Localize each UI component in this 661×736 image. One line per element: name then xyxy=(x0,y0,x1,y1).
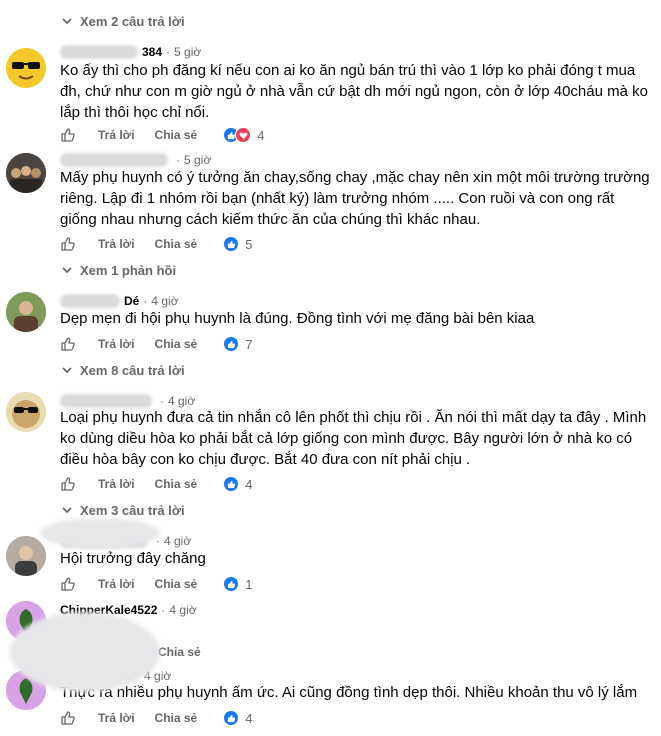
like-icon[interactable] xyxy=(60,336,76,352)
sunglasses-dog-avatar-icon xyxy=(6,392,46,432)
view-replies-label: Xem 2 câu trả lời xyxy=(80,13,185,29)
comment-text: Ko ấy thì cho ph đăng kí nếu con ai ko ă… xyxy=(60,62,648,121)
reaction-summary[interactable]: 4 xyxy=(223,476,252,492)
reaction-count: 1 xyxy=(245,576,253,592)
reaction-count: 4 xyxy=(245,710,253,726)
view-replies-link[interactable]: Xem 8 câu trả lời xyxy=(62,360,185,380)
comment-text: Mấy phụ huynh có ý tưởng ăn chay,sống ch… xyxy=(60,169,650,228)
comment-timestamp[interactable]: 5 giờ xyxy=(174,45,201,59)
reply-button[interactable]: Trả lời xyxy=(98,237,135,251)
chevron-down-icon xyxy=(62,267,72,274)
like-reaction-icon xyxy=(223,336,240,352)
like-reaction-icon xyxy=(223,710,240,726)
reply-button[interactable]: Trả lời xyxy=(98,337,135,351)
share-button[interactable]: Chia sẻ xyxy=(155,711,198,725)
comment-text: Dẹp mẹn đi hội phụ huynh là đúng. Đồng t… xyxy=(60,310,535,327)
reply-button[interactable]: Trả lời xyxy=(98,477,135,491)
comment-actions: Trả lời Chia sẻ 7 xyxy=(60,334,252,354)
reaction-summary[interactable]: 7 xyxy=(223,336,252,352)
comment-timestamp[interactable]: 4 giờ xyxy=(164,534,191,548)
share-button[interactable]: Chia sẻ xyxy=(155,477,198,491)
love-reaction-icon xyxy=(235,127,252,143)
comment-timestamp[interactable]: 4 giờ xyxy=(151,294,178,308)
comment-actions: Trả lời Chia sẻ 4 xyxy=(60,474,252,494)
like-icon[interactable] xyxy=(60,236,76,252)
redaction-overlay xyxy=(10,612,160,692)
view-replies-label: Xem 1 phản hồi xyxy=(80,262,177,278)
reaction-summary[interactable]: 5 xyxy=(223,236,252,252)
like-icon[interactable] xyxy=(60,127,76,143)
sunglasses-emoji-icon xyxy=(6,48,46,88)
comment-actions: Trả lời Chia sẻ 5 xyxy=(60,234,252,254)
reaction-summary[interactable]: 1 xyxy=(223,576,252,592)
share-button[interactable]: Chia sẻ xyxy=(158,645,201,659)
comment-actions: Trả lời Chia sẻ 1 xyxy=(60,574,252,594)
like-icon[interactable] xyxy=(60,710,76,726)
comment-text: Hội trưởng đây chăng xyxy=(60,550,206,567)
share-button[interactable]: Chia sẻ xyxy=(155,337,198,351)
reaction-count: 4 xyxy=(257,127,265,143)
like-icon[interactable] xyxy=(60,576,76,592)
author-line: Dé · 4 giờ xyxy=(60,293,179,309)
author-name[interactable]: 384 xyxy=(142,45,162,59)
author-name[interactable]: Dé xyxy=(124,294,139,308)
like-reaction-icon xyxy=(223,236,240,252)
comment-text: Thực ra nhiều phụ huynh ấm ức. Ai cũng đ… xyxy=(60,684,638,701)
reaction-count: 5 xyxy=(245,236,253,252)
author-name-redacted xyxy=(60,153,168,167)
redaction-overlay xyxy=(40,518,160,548)
share-button[interactable]: Chia sẻ xyxy=(155,128,198,142)
reply-button[interactable]: Trả lời xyxy=(98,711,135,725)
avatar[interactable] xyxy=(6,536,46,576)
photo-avatar-icon xyxy=(6,292,46,332)
author-line: 384 · 5 giờ xyxy=(60,44,201,60)
comment-text: Loại phụ huynh đưa cả tin nhắn cô lên ph… xyxy=(60,409,647,468)
comment-timestamp[interactable]: 4 giờ xyxy=(168,394,195,408)
view-replies-link[interactable]: Xem 3 câu trả lời xyxy=(62,500,185,520)
chevron-down-icon xyxy=(62,507,72,514)
share-button[interactable]: Chia sẻ xyxy=(155,237,198,251)
comment-timestamp[interactable]: 4 giờ xyxy=(169,603,196,617)
like-icon[interactable] xyxy=(60,476,76,492)
like-reaction-icon xyxy=(223,476,240,492)
group-photo-avatar-icon xyxy=(6,153,46,193)
reaction-summary[interactable]: 4 xyxy=(223,710,252,726)
reaction-count: 4 xyxy=(245,476,253,492)
view-replies-link[interactable]: Xem 1 phản hồi xyxy=(62,260,176,280)
chevron-down-icon xyxy=(62,367,72,374)
photo-avatar-icon xyxy=(6,536,46,576)
reply-button[interactable]: Trả lời xyxy=(98,128,135,142)
share-button[interactable]: Chia sẻ xyxy=(155,577,198,591)
reply-button[interactable]: Trả lời xyxy=(98,577,135,591)
comment-actions: Trả lời Chia sẻ 4 xyxy=(60,125,264,145)
author-name-redacted xyxy=(60,294,120,308)
avatar[interactable] xyxy=(6,292,46,332)
avatar[interactable] xyxy=(6,48,46,88)
view-replies-link[interactable]: Xem 2 câu trả lời xyxy=(62,11,185,31)
avatar[interactable] xyxy=(6,392,46,432)
comment-actions: Trả lời Chia sẻ 4 xyxy=(60,708,252,728)
author-name-redacted xyxy=(60,394,152,408)
comment-timestamp[interactable]: 5 giờ xyxy=(184,153,211,167)
reaction-summary[interactable]: 4 xyxy=(223,127,264,143)
author-name-redacted xyxy=(60,45,138,59)
reaction-count: 7 xyxy=(245,336,253,352)
view-replies-label: Xem 3 câu trả lời xyxy=(80,502,185,518)
like-reaction-icon xyxy=(223,576,240,592)
view-replies-label: Xem 8 câu trả lời xyxy=(80,362,185,378)
chevron-down-icon xyxy=(62,18,72,25)
avatar[interactable] xyxy=(6,153,46,193)
author-line: · 5 giờ xyxy=(60,152,211,168)
